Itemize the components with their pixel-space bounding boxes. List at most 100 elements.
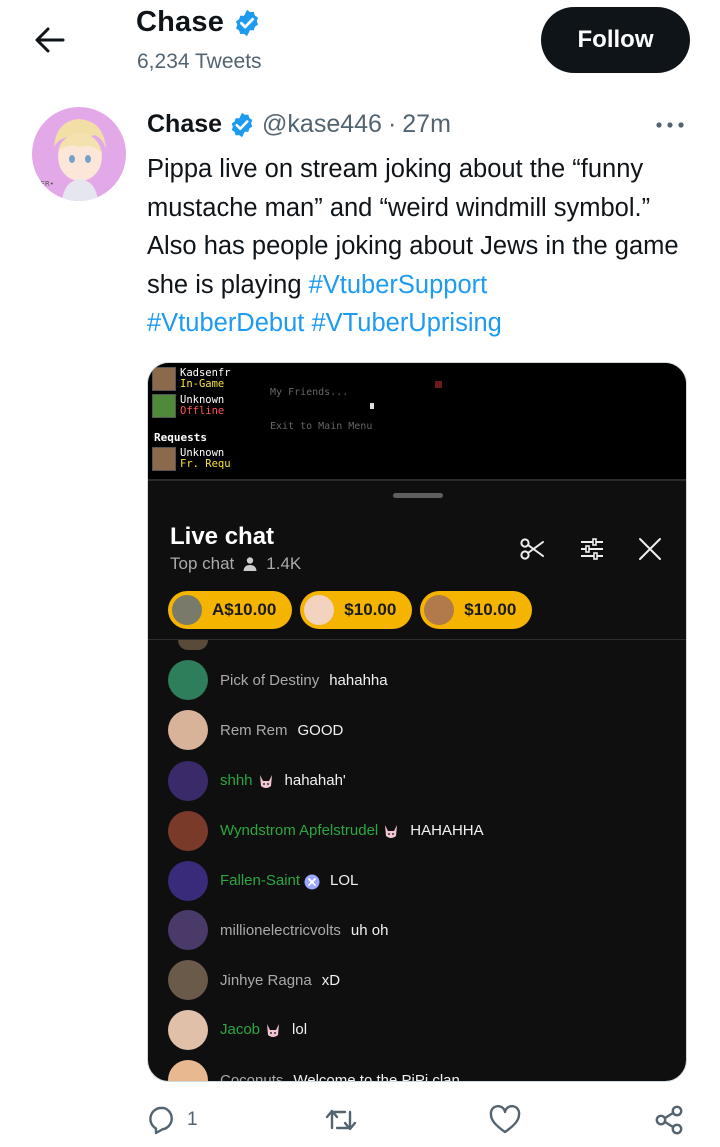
chat-avatar[interactable]	[168, 660, 208, 700]
profile-header: Chase 6,234 Tweets Follow	[0, 0, 720, 88]
close-icon	[639, 538, 661, 560]
chat-text: LOL	[330, 872, 359, 890]
chat-avatar[interactable]	[168, 811, 208, 851]
x-badge-icon	[304, 874, 320, 890]
chat-author[interactable]: Jacob	[220, 1021, 260, 1038]
chat-message: Rem Rem GOOD	[168, 710, 343, 750]
superchat-chip[interactable]: A$10.00	[168, 591, 293, 629]
chat-message: shhh hahahah'	[168, 761, 346, 801]
clip-button[interactable]	[516, 533, 548, 565]
game-friend-row: Unknown Fr. Requ	[152, 447, 231, 471]
chat-message: Coconuts Welcome to the PiPi clan	[168, 1060, 460, 1082]
follow-button[interactable]: Follow	[541, 7, 690, 73]
back-button[interactable]	[30, 22, 70, 58]
game-friend-row: Kadsenfr In-Game	[152, 367, 231, 391]
game-marker	[435, 381, 442, 388]
chat-author[interactable]: Wyndstrom Apfelstrudel	[220, 822, 378, 839]
header-display-name: Chase	[136, 6, 225, 38]
game-friend-status: Fr. Requ	[180, 458, 231, 470]
tweet-handle[interactable]: @kase446	[262, 110, 382, 139]
chat-message: millionelectricvolts uh oh	[168, 910, 388, 950]
chat-text: hahahha	[329, 671, 388, 689]
game-player-head	[152, 394, 176, 418]
share-button[interactable]	[653, 1098, 685, 1142]
reply-icon	[149, 1106, 173, 1135]
bunny-badge-icon	[264, 1023, 282, 1039]
chat-message: Jinhye Ragna xD	[168, 960, 340, 1000]
person-icon	[243, 557, 257, 571]
tweet-media-image[interactable]: Kadsenfr In-Game Unknown Offline Request…	[147, 362, 687, 1082]
chat-author[interactable]: Jinhye Ragna	[220, 972, 312, 989]
chat-author[interactable]: Fallen-Saint	[220, 872, 300, 889]
superchat-chip[interactable]: $10.00	[300, 591, 413, 629]
game-requests-label: Requests	[154, 431, 207, 444]
game-cursor	[370, 403, 374, 409]
more-options-button[interactable]	[652, 113, 688, 137]
verified-badge-icon	[231, 112, 253, 137]
author-avatar[interactable]: SER•	[32, 107, 126, 201]
tweet-meta: Chase @kase446 · 27m	[147, 110, 451, 139]
chat-text: xD	[321, 971, 341, 989]
sliders-icon	[581, 538, 603, 560]
live-chat-subtitle: Top chat 1.4K	[170, 554, 301, 574]
verified-badge-icon	[236, 9, 259, 36]
hashtag-link[interactable]: #VtuberSupport	[309, 271, 488, 299]
superchat-avatar	[172, 595, 202, 625]
chat-message: Fallen-Saint LOL	[168, 861, 358, 901]
chat-author[interactable]: Rem Rem	[220, 722, 288, 739]
chat-settings-button[interactable]	[576, 533, 608, 565]
chat-avatar[interactable]	[168, 910, 208, 950]
chat-text: HAHAHHA	[410, 822, 484, 840]
chat-text: hahahah'	[284, 772, 346, 790]
tweet-actions: 1	[147, 1098, 692, 1146]
tweet-count: 6,234 Tweets	[137, 50, 262, 73]
like-button[interactable]	[489, 1098, 521, 1142]
more-dots-icon	[656, 122, 684, 128]
chat-avatar[interactable]	[168, 1060, 208, 1081]
chat-author[interactable]: millionelectricvolts	[220, 922, 341, 939]
tweet-author-name[interactable]: Chase	[147, 110, 222, 139]
chat-author[interactable]: shhh	[220, 772, 253, 789]
game-friend-status: Offline	[180, 405, 225, 417]
chat-avatar[interactable]	[168, 710, 208, 750]
chat-message: Jacob lol	[168, 1010, 307, 1050]
avatar-image: SER•	[32, 107, 126, 201]
superchat-avatar	[424, 595, 455, 625]
chat-avatar[interactable]	[168, 1010, 208, 1050]
bunny-badge-icon	[257, 774, 275, 790]
header-name-row: Chase	[136, 6, 262, 39]
superchat-ticker: A$10.00 $10.00 $10.00	[168, 591, 533, 629]
chat-avatar[interactable]	[168, 861, 208, 901]
retweet-icon	[325, 1109, 357, 1131]
tweet-timestamp[interactable]: 27m	[402, 110, 451, 139]
game-capture: Kadsenfr In-Game Unknown Offline Request…	[148, 363, 686, 481]
reply-count: 1	[187, 1109, 198, 1130]
retweet-button[interactable]	[325, 1098, 357, 1142]
chat-avatar-partial	[178, 640, 208, 650]
chat-messages[interactable]: Pick of Destiny hahahha Rem Rem GOOD shhh h…	[148, 640, 686, 1082]
game-friend-status: In-Game	[180, 378, 225, 390]
chat-avatar[interactable]	[168, 761, 208, 801]
superchat-amount: A$10.00	[212, 600, 277, 619]
heart-icon	[489, 1105, 521, 1134]
hashtag-link[interactable]: #VtuberDebut	[147, 309, 304, 337]
game-menu-item: My Friends...	[270, 387, 349, 398]
reply-button[interactable]: 1	[147, 1098, 198, 1142]
chat-mode-label[interactable]: Top chat	[170, 554, 234, 574]
hashtag-link[interactable]: #VTuberUprising	[311, 309, 501, 337]
close-chat-button[interactable]	[634, 533, 666, 565]
drag-handle[interactable]	[393, 493, 443, 498]
chat-text: GOOD	[297, 721, 344, 739]
chat-author[interactable]: Pick of Destiny	[220, 672, 319, 689]
viewer-count: 1.4K	[266, 554, 302, 573]
superchat-avatar	[304, 595, 335, 625]
arrow-left-icon	[35, 27, 65, 53]
superchat-chip[interactable]: $10.00	[420, 591, 533, 629]
chat-author[interactable]: Coconuts	[220, 1072, 283, 1082]
chat-text: lol	[292, 1021, 308, 1039]
game-player-head	[152, 447, 176, 471]
tweet-body: Pippa live on stream joking about the “f…	[147, 150, 692, 343]
game-player-head	[152, 367, 176, 391]
chat-avatar[interactable]	[168, 960, 208, 1000]
chat-text: Welcome to the PiPi clan	[293, 1071, 460, 1082]
